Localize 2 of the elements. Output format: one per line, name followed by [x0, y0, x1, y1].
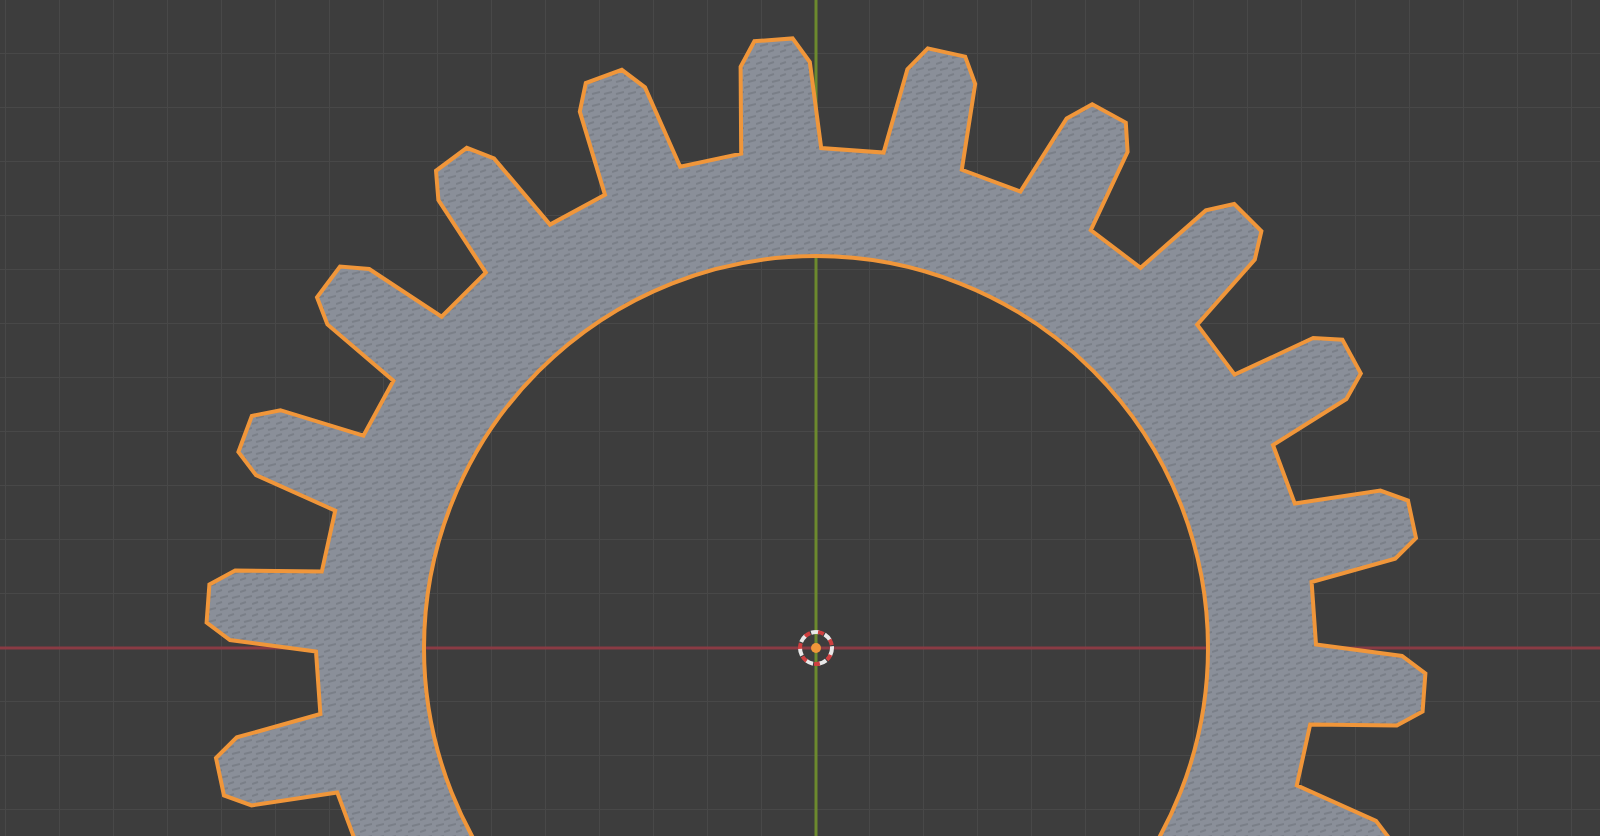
gear-drawing[interactable]	[204, 36, 1428, 836]
origin-icon	[798, 630, 834, 666]
